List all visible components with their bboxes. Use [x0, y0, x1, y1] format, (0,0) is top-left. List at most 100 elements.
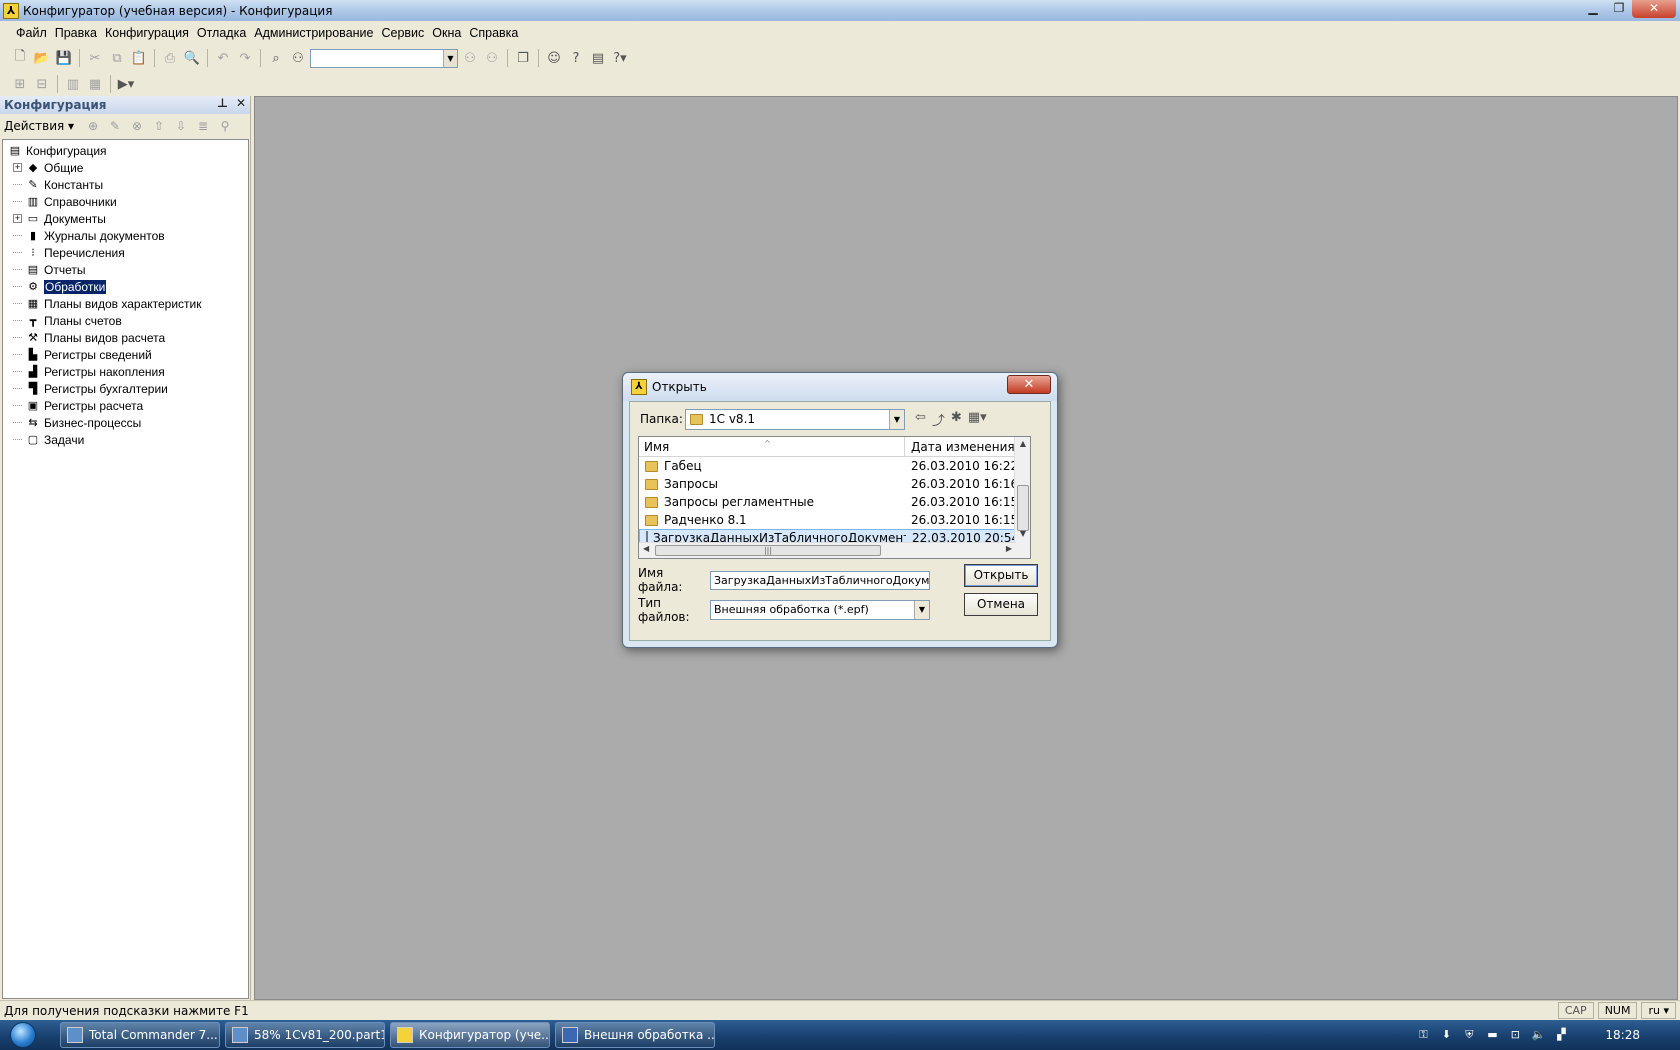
taskbar-item-word[interactable]: Внешня обработка ...	[555, 1022, 715, 1048]
scroll-thumb[interactable]	[1017, 485, 1029, 531]
close-icon[interactable]: ✕	[1632, 0, 1676, 18]
connection-icon[interactable]: ⊡	[1508, 1028, 1522, 1042]
assistant-icon[interactable]: ☺	[544, 48, 564, 68]
menu-configuration[interactable]: Конфигурация	[101, 26, 193, 40]
properties-icon[interactable]: ▦	[85, 74, 105, 94]
save-config-icon[interactable]: ⊟	[32, 74, 52, 94]
move-up-icon[interactable]: ⇧	[150, 119, 168, 133]
close-icon[interactable]: ✕	[1007, 375, 1051, 394]
db-update-icon[interactable]: ▥	[63, 74, 83, 94]
tree-item-data-processors[interactable]: ⚙ Обработки	[3, 278, 248, 295]
menu-service[interactable]: Сервис	[377, 26, 428, 40]
download-icon[interactable]: ⬇	[1439, 1028, 1453, 1042]
paste-icon[interactable]: 📋	[129, 48, 149, 68]
new-file-icon[interactable]: 🗋	[10, 48, 30, 68]
actions-menu[interactable]: Действия ▾	[4, 119, 74, 133]
menu-administration[interactable]: Администрирование	[250, 26, 377, 40]
tree-item-tasks[interactable]: ▢ Задачи	[3, 431, 248, 448]
find-icon[interactable]: ⌕	[266, 48, 286, 68]
filter-icon[interactable]: ⚲	[216, 119, 234, 133]
taskbar-item-configurator[interactable]: Конфигуратор (уче...	[390, 1022, 550, 1048]
help-search-icon[interactable]: ?	[566, 48, 586, 68]
vertical-scrollbar[interactable]: ▲ ▼	[1014, 437, 1030, 558]
list-item[interactable]: Радченко 8.1 26.03.2010 16:15	[639, 511, 1030, 529]
minimize-icon[interactable]: ▁	[1580, 0, 1606, 18]
taskbar-item-archive[interactable]: 58% 1Cv81_200.part1...	[225, 1022, 385, 1048]
filetype-select[interactable]: Внешняя обработка (*.epf) ▼	[710, 600, 930, 620]
language-indicator[interactable]: ru ▾	[1641, 1002, 1676, 1019]
list-item[interactable]: Запросы регламентные 26.03.2010 16:15	[639, 493, 1030, 511]
sort-icon[interactable]: ≣	[194, 119, 212, 133]
chevron-down-icon[interactable]: ▼	[914, 601, 929, 619]
tree-item-reports[interactable]: ▤ Отчеты	[3, 261, 248, 278]
search-combo[interactable]: ▼	[310, 48, 458, 68]
cancel-button[interactable]: Отмена	[964, 593, 1038, 616]
tree-item-information-registers[interactable]: ▙ Регистры сведений	[3, 346, 248, 363]
clock[interactable]: 18:28	[1605, 1028, 1640, 1042]
tree-item-common[interactable]: + ◆ Общие	[3, 159, 248, 176]
list-item[interactable]: Запросы 26.03.2010 16:16	[639, 475, 1030, 493]
tree-item-accumulation-registers[interactable]: ▟ Регистры накопления	[3, 363, 248, 380]
delete-icon[interactable]: ⊗	[128, 119, 146, 133]
chevron-down-icon[interactable]: ▼	[443, 49, 457, 67]
scroll-down-icon[interactable]: ▼	[1015, 529, 1030, 538]
menu-help[interactable]: Справка	[465, 26, 522, 40]
undo-icon[interactable]: ↶	[213, 48, 233, 68]
open-config-icon[interactable]: ⊞	[10, 74, 30, 94]
menu-file[interactable]: Файл	[12, 26, 51, 40]
restore-icon[interactable]: ❐	[1606, 0, 1632, 18]
signal-icon[interactable]: ▞	[1554, 1028, 1568, 1042]
scroll-up-icon[interactable]: ▲	[1015, 439, 1030, 448]
print-icon[interactable]: ⎙	[160, 48, 180, 68]
scroll-right-icon[interactable]: ▶	[1006, 544, 1012, 553]
column-date[interactable]: Дата изменения	[905, 437, 1015, 456]
tree-item-accounting-registers[interactable]: ▜ Регистры бухгалтерии	[3, 380, 248, 397]
move-down-icon[interactable]: ⇩	[172, 119, 190, 133]
binoculars-icon[interactable]: ⚇	[288, 48, 308, 68]
filename-input[interactable]: ЗагрузкаДанныхИзТабличногоДокумента	[710, 570, 930, 590]
folder-select[interactable]: 1C v8.1 ▼	[685, 408, 905, 430]
syntax-helper-icon[interactable]: ▤	[588, 48, 608, 68]
new-folder-icon[interactable]: ✱	[951, 410, 962, 429]
configuration-tree[interactable]: ▤ Конфигурация + ◆ Общие ✎ Константы ▥ Справ…	[2, 139, 249, 999]
redo-icon[interactable]: ↷	[235, 48, 255, 68]
preview-icon[interactable]: 🔍	[182, 48, 202, 68]
close-icon[interactable]: ✕	[236, 96, 246, 110]
windows-icon[interactable]: ❐	[513, 48, 533, 68]
copy-icon[interactable]: ⧉	[107, 48, 127, 68]
shield-icon[interactable]: ⛨	[1462, 1028, 1476, 1042]
tree-item-business-processes[interactable]: ⇆ Бизнес-процессы	[3, 414, 248, 431]
back-icon[interactable]: ⇦	[915, 410, 926, 429]
russia-flag-icon[interactable]: ▬	[1485, 1028, 1499, 1042]
menu-edit[interactable]: Правка	[51, 26, 101, 40]
chevron-down-icon[interactable]: ▼	[889, 409, 904, 429]
scroll-left-icon[interactable]: ◀	[643, 544, 649, 553]
tree-root[interactable]: ▤ Конфигурация	[3, 142, 248, 159]
file-list[interactable]: ^ Имя Дата изменения Габец 26.03.2010 16:2…	[638, 436, 1031, 559]
up-folder-icon[interactable]: ⤴	[932, 410, 945, 429]
volume-icon[interactable]: 🔈	[1531, 1028, 1546, 1042]
open-file-icon[interactable]: 📂	[32, 48, 52, 68]
find-prev-icon[interactable]: ⚇	[482, 48, 502, 68]
help-dropdown-icon[interactable]: ?▾	[610, 48, 630, 68]
taskbar-item-total-commander[interactable]: Total Commander 7....	[60, 1022, 220, 1048]
tree-item-chart-of-characteristic-types[interactable]: ▦ Планы видов характеристик	[3, 295, 248, 312]
run-debug-icon[interactable]: ▶▾	[116, 74, 136, 94]
column-name[interactable]: ^ Имя	[639, 437, 905, 456]
save-icon[interactable]: 💾	[54, 48, 74, 68]
start-button[interactable]	[6, 1020, 40, 1050]
tree-item-calculation-registers[interactable]: ▣ Регистры расчета	[3, 397, 248, 414]
add-icon[interactable]: ⊕	[84, 119, 102, 133]
expand-icon[interactable]: +	[13, 214, 22, 223]
tree-item-constants[interactable]: ✎ Константы	[3, 176, 248, 193]
tree-item-chart-of-accounts[interactable]: ┳ Планы счетов	[3, 312, 248, 329]
find-next-icon[interactable]: ⚇	[460, 48, 480, 68]
view-menu-icon[interactable]: ▦▾	[968, 410, 987, 429]
tree-item-catalogs[interactable]: ▥ Справочники	[3, 193, 248, 210]
list-item[interactable]: Габец 26.03.2010 16:22	[639, 457, 1030, 475]
expand-icon[interactable]: +	[13, 163, 22, 172]
tree-item-chart-of-calculation-types[interactable]: ⚒ Планы видов расчета	[3, 329, 248, 346]
tree-item-document-journals[interactable]: ▮ Журналы документов	[3, 227, 248, 244]
cut-icon[interactable]: ✂	[85, 48, 105, 68]
menu-debug[interactable]: Отладка	[193, 26, 250, 40]
